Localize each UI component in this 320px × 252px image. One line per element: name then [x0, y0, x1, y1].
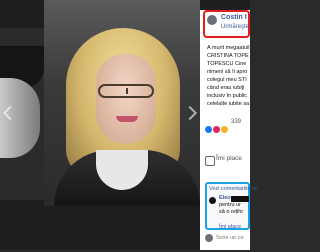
- next-photo-button[interactable]: [184, 100, 196, 126]
- post-text-line: nimeni să îi apro: [207, 69, 248, 75]
- comment-text-line: pentru ur: [219, 202, 242, 208]
- comment-input[interactable]: [216, 233, 254, 243]
- like-icon: [205, 126, 212, 133]
- reactions-summary[interactable]: 339: [205, 119, 250, 133]
- love-icon: [213, 126, 220, 133]
- write-comment-row: [205, 230, 254, 252]
- current-user-avatar: [205, 234, 213, 242]
- follow-link[interactable]: Urmăreşte: [221, 24, 249, 30]
- reaction-count: 339: [231, 119, 242, 125]
- photo-face: [96, 54, 156, 144]
- post-text-line: CRISTINA TOPE: [207, 53, 249, 59]
- main-photo: [44, 0, 200, 206]
- post-text-line: celelalte iubite sa: [207, 101, 250, 107]
- post-text: A murit megaatuil CRISTINA TOPE TOPESCU …: [207, 44, 251, 108]
- post-author-header: Costin I Urmăreşte: [203, 10, 250, 38]
- post-text-line: TOPESCU Cine: [207, 61, 247, 67]
- post-side-panel: Costin I Urmăreşte A murit megaatuil CRI…: [200, 10, 257, 252]
- post-text-line: A murit megaatuil: [207, 45, 250, 51]
- photo-glasses: [98, 84, 154, 98]
- view-comments-link[interactable]: Vezi comentariile re: [209, 186, 257, 192]
- comment-text: pentru ur să o odihr: [219, 202, 243, 216]
- post-text-line: inclusiv în public: [207, 93, 248, 99]
- like-action[interactable]: Îmi place: [205, 155, 250, 167]
- author-name[interactable]: Costin I: [221, 14, 247, 21]
- author-avatar[interactable]: [207, 15, 217, 25]
- comments-section: Vezi comentariile re Eleon pentru ur să …: [205, 182, 257, 230]
- photo-mouth: [116, 116, 138, 122]
- like-button-label: Îmi place: [216, 155, 243, 162]
- thumbs-up-icon: [205, 156, 215, 166]
- comment-text-line: să o odihr: [219, 209, 244, 215]
- haha-icon: [221, 126, 228, 133]
- post-text-line: colegul meu STI: [207, 77, 247, 83]
- post-text-line: când erau iubiţi: [207, 85, 245, 91]
- commenter-avatar[interactable]: [209, 197, 216, 204]
- previous-photo-button[interactable]: [2, 100, 14, 126]
